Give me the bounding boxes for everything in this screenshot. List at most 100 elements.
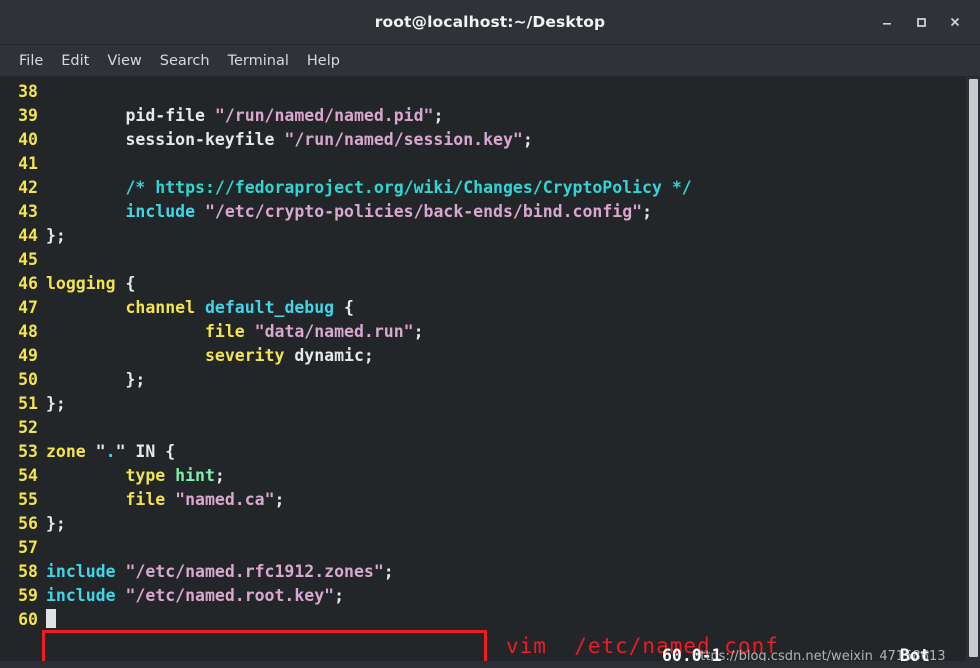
line-content: include "/etc/named.root.key"; [46, 584, 980, 608]
code-token: severity [204, 346, 285, 365]
editor-line: 42 /* https://fedoraproject.org/wiki/Cha… [0, 176, 980, 200]
scrollbar-track[interactable] [966, 77, 980, 668]
scrollbar-thumb[interactable] [969, 79, 978, 657]
vim-buffer[interactable]: 38 39 pid-file "/run/named/named.pid"; 40 … [0, 80, 980, 668]
close-icon[interactable] [940, 7, 970, 37]
line-content: /* https://fedoraproject.org/wiki/Change… [46, 176, 980, 200]
line-content: }; [46, 392, 980, 416]
code-token: default_debug [204, 298, 335, 317]
editor-line: 38 [0, 80, 980, 104]
editor-line: 43 include "/etc/crypto-policies/back-en… [0, 200, 980, 224]
code-token: ; [522, 130, 533, 149]
editor-line: 60 [0, 608, 980, 632]
menu-item-terminal[interactable]: Terminal [219, 50, 298, 72]
line-number: 53 [18, 442, 38, 461]
line-number: 39 [18, 106, 38, 125]
line-number: 58 [18, 562, 38, 581]
line-number: 59 [18, 586, 38, 605]
code-token: ; [274, 490, 285, 509]
editor-line: 48 file "data/named.run"; [0, 320, 980, 344]
editor-line: 44}; [0, 224, 980, 248]
code-token: }; [46, 394, 66, 413]
editor-line: 56}; [0, 512, 980, 536]
editor-line: 59 include "/etc/named.root.key"; [0, 584, 980, 608]
editor-line: 55 file "named.ca"; [0, 488, 980, 512]
code-token: file [204, 322, 245, 341]
editor-line: 53 zone "." IN { [0, 440, 980, 464]
line-number: 45 [18, 250, 38, 269]
terminal-body[interactable]: 38 39 pid-file "/run/named/named.pid"; 40 … [0, 77, 980, 668]
editor-line: 40 session-keyfile "/run/named/session.k… [0, 128, 980, 152]
line-content: logging { [46, 272, 980, 296]
code-token: "/run/named/named.pid" [214, 106, 434, 125]
code-token: session-keyfile [46, 130, 285, 149]
line-content: }; [46, 368, 980, 392]
line-number: 60 [18, 610, 38, 629]
editor-line: 51}; [0, 392, 980, 416]
code-token: ; [214, 466, 225, 485]
line-number: 57 [18, 538, 38, 557]
code-token: logging [46, 274, 116, 293]
line-number: 49 [18, 346, 38, 365]
code-token: "/etc/crypto-policies/back-ends/bind.con… [204, 202, 643, 221]
code-token: ; [642, 202, 652, 221]
line-content: pid-file "/run/named/named.pid"; [46, 104, 980, 128]
line-content [46, 608, 980, 632]
code-token: "/run/named/session.key" [284, 130, 523, 149]
code-token: include [125, 202, 196, 221]
line-number: 52 [18, 418, 38, 437]
window-title: root@localhost:~/Desktop [374, 13, 606, 31]
menu-item-help[interactable]: Help [298, 50, 349, 72]
line-content: }; [46, 512, 980, 536]
code-token: ; [433, 106, 444, 125]
code-token: " IN { [115, 442, 176, 461]
code-token: . [105, 442, 116, 461]
line-number: 56 [18, 514, 38, 533]
code-token: "data/named.run" [254, 322, 414, 341]
minimize-icon[interactable] [872, 7, 902, 37]
menu-item-file[interactable]: File [10, 50, 52, 72]
code-token: include [46, 586, 116, 605]
code-token: type [125, 466, 166, 485]
menu-item-edit[interactable]: Edit [52, 50, 98, 72]
line-number: 51 [18, 394, 38, 413]
line-number: 38 [18, 82, 38, 101]
title-bar: root@localhost:~/Desktop [0, 0, 980, 45]
line-number: 47 [18, 298, 38, 317]
line-number: 55 [18, 490, 38, 509]
window-bottom-edge [0, 661, 980, 668]
maximize-icon[interactable] [906, 7, 936, 37]
code-token: "/etc/named.rfc1912.zones" [125, 562, 384, 581]
editor-line: 41 [0, 152, 980, 176]
code-token: include [46, 562, 116, 581]
line-content: file "named.ca"; [46, 488, 980, 512]
line-number: 50 [18, 370, 38, 389]
code-token: zone [46, 442, 86, 461]
line-number: 41 [18, 154, 38, 173]
editor-line: 49 severity dynamic; [0, 344, 980, 368]
editor-line: 58 include "/etc/named.rfc1912.zones"; [0, 560, 980, 584]
code-token: "named.ca" [175, 490, 275, 509]
code-token: " [85, 442, 106, 461]
line-content: channel default_debug { [46, 296, 980, 320]
menu-item-view[interactable]: View [98, 50, 150, 72]
line-content: type hint; [46, 464, 980, 488]
code-token: { [115, 274, 136, 293]
line-content: session-keyfile "/run/named/session.key"… [46, 128, 980, 152]
line-content: }; [46, 224, 980, 248]
line-content: zone "." IN { [46, 440, 980, 464]
menu-item-search[interactable]: Search [151, 50, 219, 72]
editor-line: 47 channel default_debug { [0, 296, 980, 320]
